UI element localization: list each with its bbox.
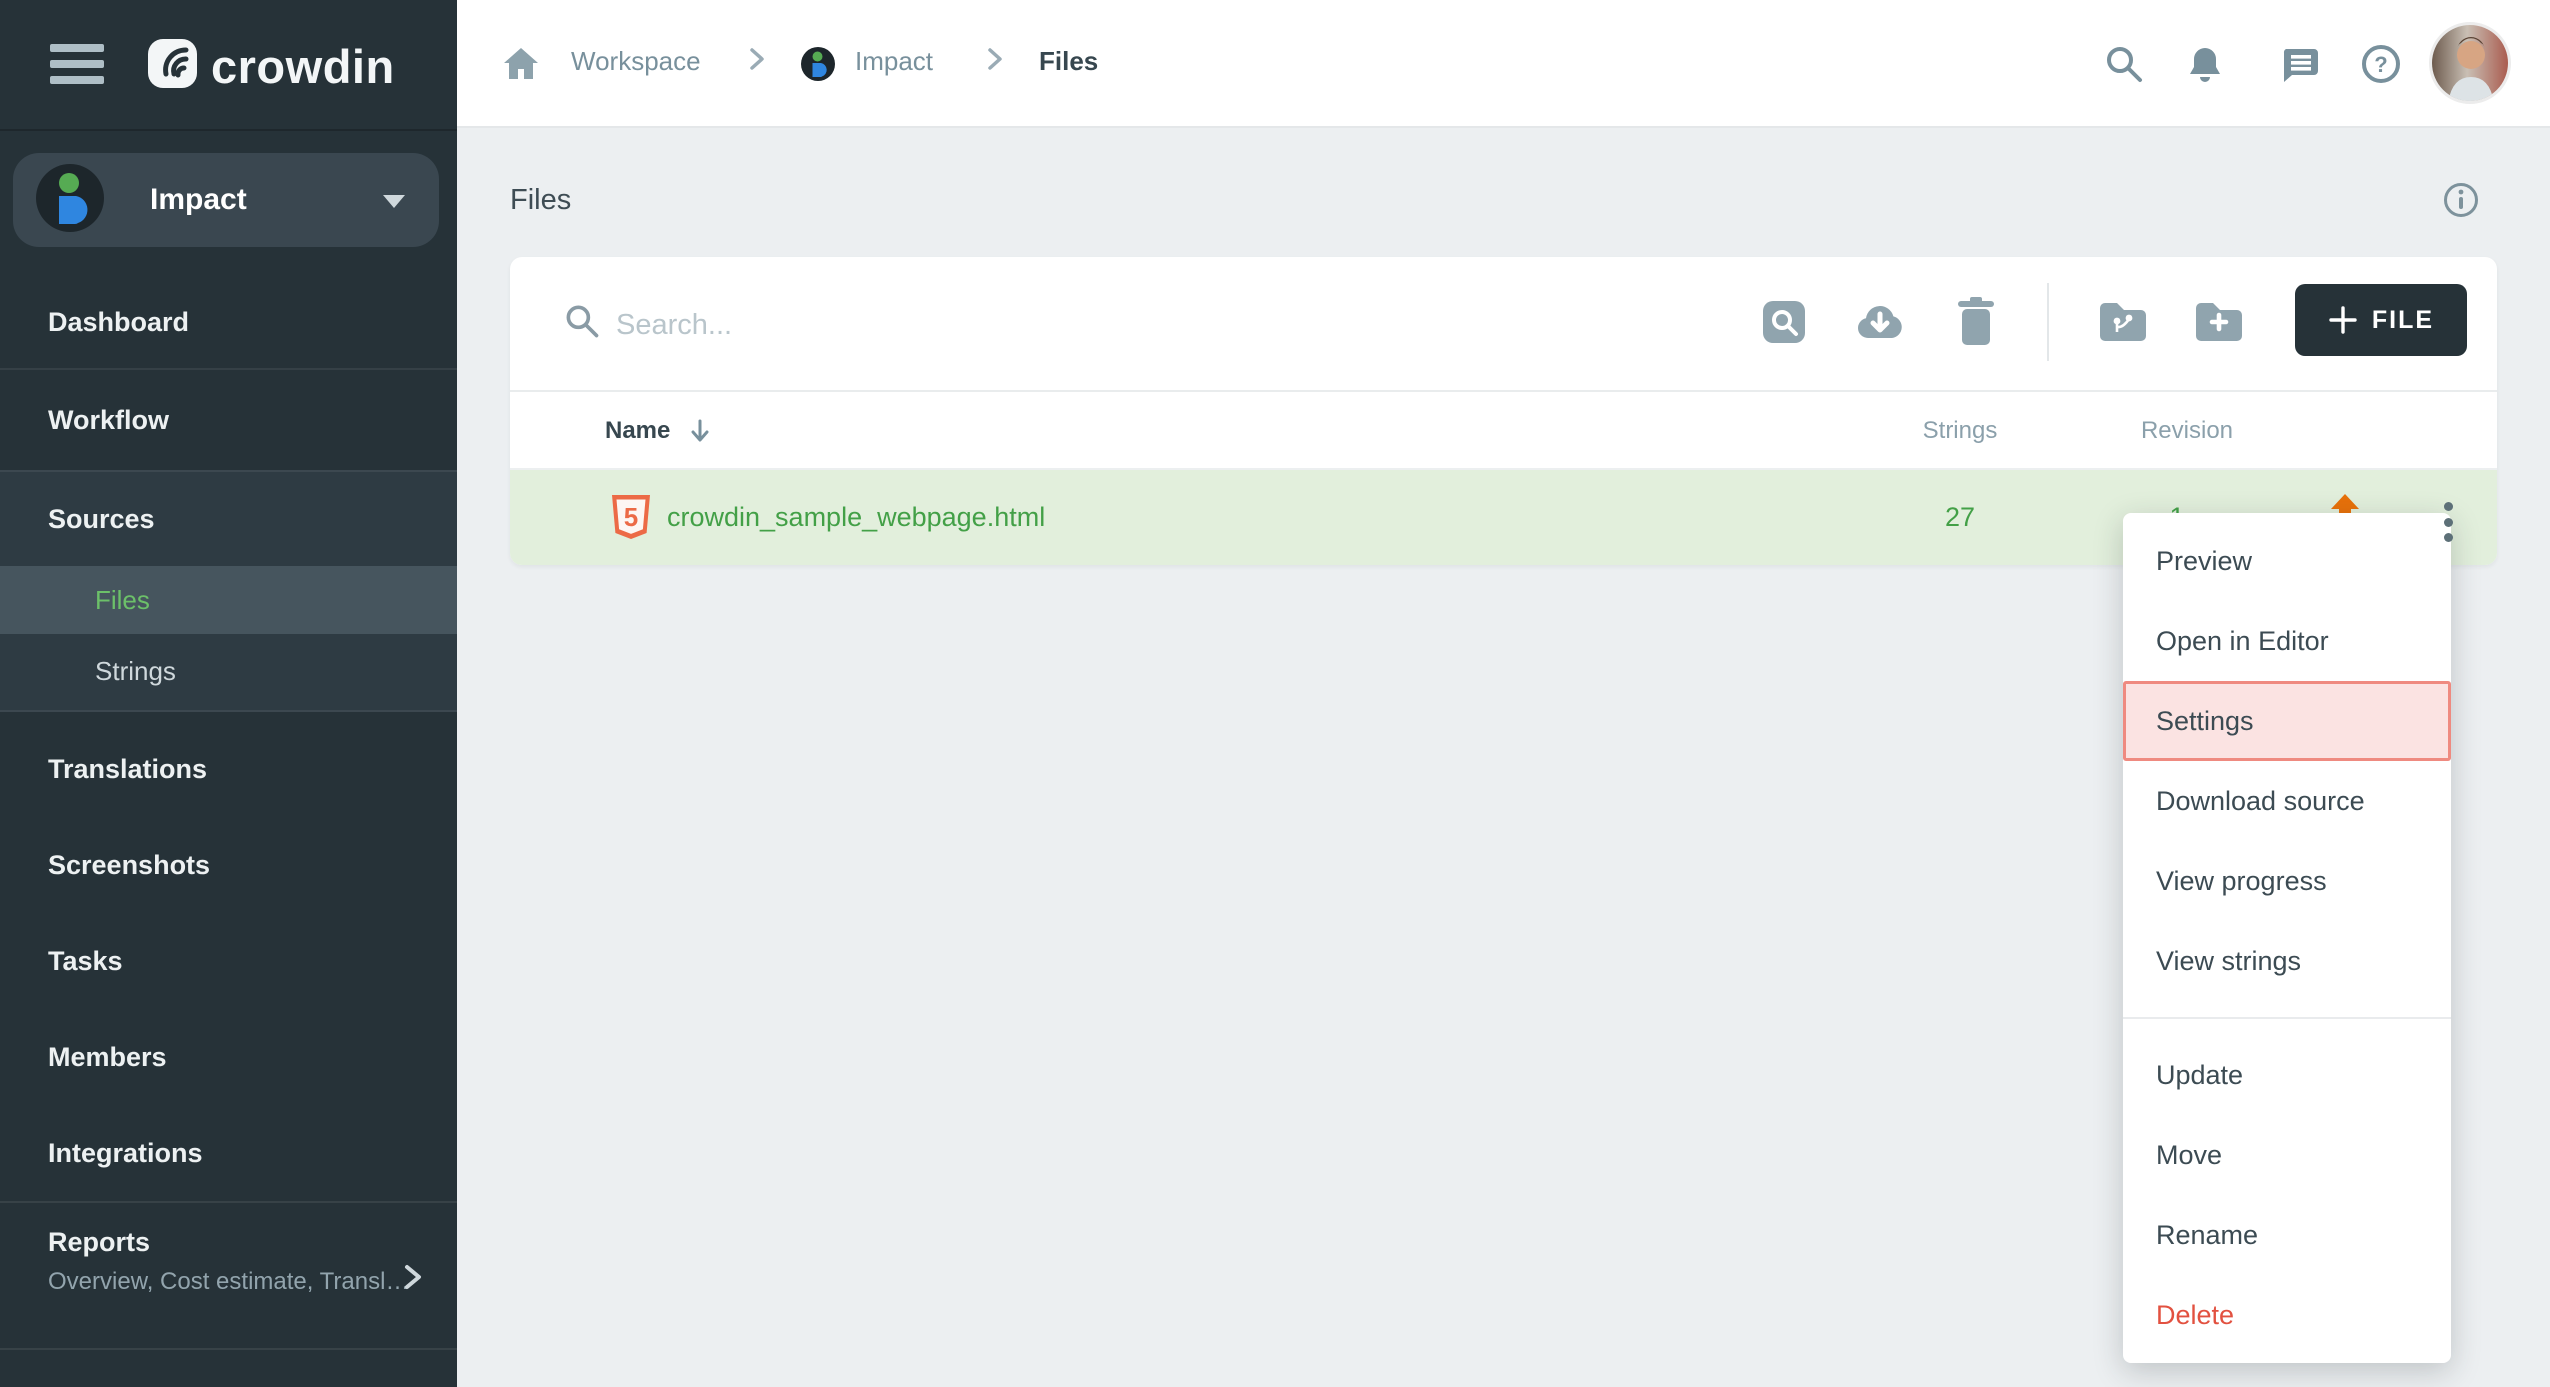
column-label: Name [605, 417, 670, 445]
preview-search-icon[interactable] [1756, 295, 1812, 351]
column-header-strings: Strings [1860, 392, 2060, 470]
chevron-right-icon [401, 1261, 425, 1298]
sidebar-item-integrations[interactable]: Integrations [0, 1105, 457, 1201]
crowdin-wordmark: crowdin [211, 39, 395, 94]
page-title: Files [510, 172, 571, 228]
app-root: crowdin Impact Dashboard Workflow Source… [0, 0, 2550, 1387]
help-icon[interactable]: ? [2359, 42, 2403, 86]
sidebar-item-sources[interactable]: Sources [0, 472, 457, 566]
crowdin-logo[interactable]: crowdin [147, 38, 395, 94]
sidebar-item-screenshots[interactable]: Screenshots [0, 817, 457, 913]
menu-item-download-source[interactable]: Download source [2123, 761, 2451, 841]
menu-item-delete[interactable]: Delete [2123, 1275, 2451, 1355]
sidebar-item-label: Strings [95, 656, 176, 687]
sidebar: crowdin Impact Dashboard Workflow Source… [0, 0, 457, 1387]
svg-text:?: ? [2374, 52, 2387, 77]
add-file-button[interactable]: FILE [2295, 284, 2467, 356]
reports-label: Reports [48, 1227, 457, 1258]
crowdin-logo-icon [147, 38, 198, 94]
sidebar-item-label: Members [48, 1042, 167, 1073]
sidebar-item-label: Files [95, 585, 150, 616]
user-avatar[interactable] [2429, 22, 2511, 104]
sidebar-item-strings[interactable]: Strings [0, 634, 457, 708]
sidebar-item-label: Tasks [48, 946, 123, 977]
menu-item-move[interactable]: Move [2123, 1115, 2451, 1195]
table-header: Name Strings Revision [510, 390, 2497, 470]
sidebar-item-label: Integrations [48, 1138, 203, 1169]
sidebar-item-reports[interactable]: Reports Overview, Cost estimate, Transl… [0, 1201, 457, 1350]
download-cloud-icon[interactable] [1852, 295, 1908, 351]
trash-icon[interactable] [1948, 295, 2004, 351]
html5-file-icon: 5 [610, 493, 652, 546]
chevron-right-icon [747, 44, 767, 81]
breadcrumb-workspace[interactable]: Workspace [571, 46, 701, 77]
bell-icon[interactable] [2183, 42, 2227, 86]
menu-item-rename[interactable]: Rename [2123, 1195, 2451, 1275]
breadcrumb-project[interactable]: Impact [855, 46, 933, 77]
info-icon[interactable] [2442, 181, 2480, 219]
add-file-button-label: FILE [2372, 306, 2434, 335]
home-icon[interactable] [501, 44, 541, 89]
sidebar-item-members[interactable]: Members [0, 1009, 457, 1105]
file-name-link[interactable]: crowdin_sample_webpage.html [667, 470, 1045, 565]
menu-item-settings[interactable]: Settings [2123, 681, 2451, 761]
sidebar-item-translations[interactable]: Translations [0, 721, 457, 817]
sidebar-item-workflow[interactable]: Workflow [0, 372, 457, 468]
sidebar-item-label: Workflow [48, 405, 169, 436]
svg-text:5: 5 [624, 502, 638, 532]
sidebar-item-label: Translations [48, 754, 207, 785]
logo-bar: crowdin [0, 0, 457, 131]
menu-item-view-strings[interactable]: View strings [2123, 921, 2451, 1001]
search-icon[interactable] [2102, 42, 2146, 86]
hamburger-menu-icon[interactable] [50, 44, 104, 84]
menu-item-preview[interactable]: Preview [2123, 521, 2451, 601]
strings-count: 27 [1860, 470, 2060, 565]
sidebar-item-files-active[interactable]: Files [0, 566, 457, 634]
add-folder-icon[interactable] [2191, 295, 2247, 351]
sidebar-item-label: Dashboard [48, 307, 189, 338]
menu-divider [2123, 1017, 2451, 1019]
chat-icon[interactable] [2278, 42, 2322, 86]
reports-sublabel: Overview, Cost estimate, Transl… [48, 1268, 418, 1296]
sidebar-item-label: Screenshots [48, 850, 210, 881]
breadcrumb-current: Files [1039, 46, 1098, 77]
row-more-options-icon[interactable] [2438, 500, 2458, 544]
breadcrumb-project-avatar [801, 47, 835, 86]
column-header-revision: Revision [2087, 392, 2287, 470]
file-context-menu: Preview Open in Editor Settings Download… [2123, 513, 2451, 1363]
project-avatar [36, 164, 104, 237]
sort-down-icon [688, 417, 712, 445]
chevron-right-icon [985, 44, 1005, 81]
sidebar-item-tasks[interactable]: Tasks [0, 913, 457, 1009]
search-input[interactable] [614, 295, 1478, 355]
search-icon [562, 301, 602, 346]
project-selector[interactable]: Impact [13, 153, 439, 247]
toolbar-divider [2047, 283, 2049, 361]
sidebar-group-sources: Sources Files Strings [0, 470, 457, 712]
menu-item-view-progress[interactable]: View progress [2123, 841, 2451, 921]
topbar: Workspace Impact Files [457, 0, 2550, 128]
caret-down-icon [383, 195, 405, 208]
column-header-name[interactable]: Name [605, 392, 712, 470]
sidebar-item-label: Sources [48, 504, 155, 535]
menu-item-update[interactable]: Update [2123, 1035, 2451, 1115]
menu-item-open-in-editor[interactable]: Open in Editor [2123, 601, 2451, 681]
project-name: Impact [150, 183, 247, 217]
branch-folder-icon[interactable] [2095, 295, 2151, 351]
plus-icon [2328, 305, 2358, 335]
sidebar-item-dashboard[interactable]: Dashboard [0, 277, 457, 370]
